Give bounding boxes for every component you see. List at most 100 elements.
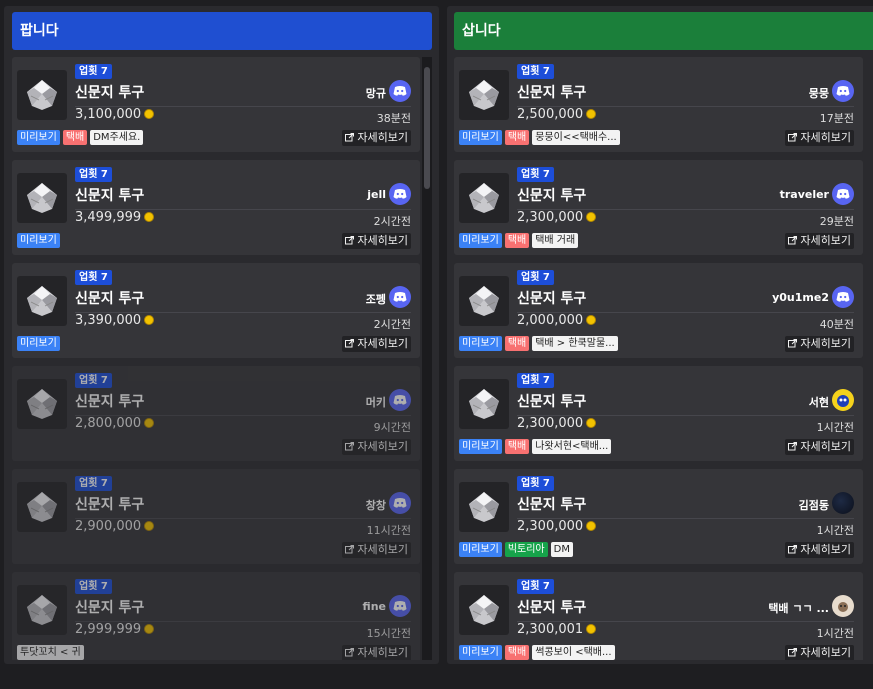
tag-list: 미리보기	[17, 336, 60, 352]
preview-tag: 미리보기	[17, 336, 60, 351]
sell-column-header: 팝니다	[12, 12, 432, 50]
external-link-icon	[788, 337, 800, 350]
discord-icon[interactable]	[389, 389, 411, 411]
seller-name[interactable]: traveler	[780, 188, 829, 201]
seller-name[interactable]: 뭉뭉	[809, 85, 829, 101]
seller-name[interactable]: jell	[367, 188, 386, 201]
discord-icon[interactable]	[389, 80, 411, 102]
detail-button[interactable]: 자세히보기	[342, 233, 411, 249]
helmet-item-icon	[459, 276, 509, 326]
buy-column-header: 삽니다	[454, 12, 873, 50]
price-value: 3,499,999	[75, 210, 142, 225]
buy-column: 삽니다 업횟 7 신문지 투구 뭉뭉 2,500,000 17분전 미리보기 택배 뭉뭉이<<…	[447, 6, 873, 664]
preview-tag: 미리보기	[459, 233, 502, 248]
item-name[interactable]: 신문지 투구	[517, 391, 586, 411]
preview-tag: 미리보기	[17, 130, 60, 145]
listing-card[interactable]: 업횟 7 신문지 투구 머키 2,800,000 9시간전자세히보기	[12, 366, 420, 461]
avatar[interactable]	[832, 389, 854, 411]
external-link-icon	[345, 440, 357, 453]
item-name[interactable]: 신문지 투구	[517, 82, 586, 102]
discord-icon[interactable]	[832, 286, 854, 308]
seller-name[interactable]: fine	[363, 600, 386, 613]
discord-icon[interactable]	[389, 286, 411, 308]
discord-icon[interactable]	[389, 595, 411, 617]
detail-button[interactable]: 자세히보기	[785, 336, 854, 352]
preview-tag: 미리보기	[459, 336, 502, 351]
external-link-icon	[345, 234, 357, 247]
delivery-tag: 택배	[504, 439, 530, 454]
seller-name[interactable]: 망규	[366, 85, 386, 101]
listing-card[interactable]: 업횟 7 신문지 투구 y0u1me2 2,000,000 40분전 미리보기 택배 택배 >…	[454, 263, 863, 358]
posted-time: 9시간전	[373, 421, 411, 434]
detail-button[interactable]: 자세히보기	[342, 439, 411, 455]
listing-card[interactable]: 업횟 7 신문지 투구 jell 3,499,999 2시간전 미리보기 자세히보기	[12, 160, 420, 255]
discord-icon[interactable]	[832, 183, 854, 205]
price-value: 2,300,000	[517, 519, 584, 534]
detail-button[interactable]: 자세히보기	[785, 645, 854, 660]
coin-icon	[586, 418, 597, 428]
seller-name[interactable]: y0u1me2	[772, 291, 829, 304]
posted-time: 15시간전	[366, 627, 411, 640]
item-name[interactable]: 신문지 투구	[75, 288, 144, 308]
seller-name[interactable]: 김점동	[799, 497, 829, 513]
listing-card[interactable]: 업횟 7 신문지 투구 택배 ㄱㄱ ... 2,300,001 1시간전 미리보기 택배 썩콩…	[454, 572, 863, 660]
sell-scrollbar-thumb[interactable]	[424, 67, 430, 189]
helmet-item-icon	[17, 276, 67, 326]
item-name[interactable]: 신문지 투구	[75, 494, 144, 514]
listing-card[interactable]: 업횟 7 신문지 투구 창창 2,900,000 11시간전 자세히보기	[12, 469, 420, 564]
detail-button[interactable]: 자세히보기	[342, 645, 411, 660]
price: 2,000,000	[517, 313, 597, 328]
detail-label: 자세히보기	[357, 440, 408, 453]
discord-icon[interactable]	[832, 80, 854, 102]
upgrade-count-badge: 업횟 7	[517, 270, 554, 285]
price-value: 2,800,000	[75, 416, 142, 431]
coin-icon	[586, 109, 597, 119]
listing-card[interactable]: 업횟 7 신문지 투구 조펭 3,390,000 2시간전 미리보기 자세히보기	[12, 263, 420, 358]
item-name[interactable]: 신문지 투구	[75, 185, 144, 205]
price-value: 2,999,999	[75, 622, 142, 637]
avatar[interactable]	[832, 595, 854, 617]
detail-button[interactable]: 자세히보기	[785, 233, 854, 249]
detail-button[interactable]: 자세히보기	[342, 336, 411, 352]
detail-label: 자세히보기	[357, 337, 408, 350]
listing-card[interactable]: 업횟 7 신문지 투구 서현 2,300,000 1시간전 미리보기 택배 나왓서현<택배..…	[454, 366, 863, 461]
detail-button[interactable]: 자세히보기	[342, 542, 411, 558]
detail-button[interactable]: 자세히보기	[785, 542, 854, 558]
sell-scrollbar[interactable]	[422, 57, 432, 660]
upgrade-count-badge: 업횟 7	[75, 373, 112, 388]
item-name[interactable]: 신문지 투구	[517, 494, 586, 514]
seller-name[interactable]: 조펭	[366, 291, 386, 307]
seller-name[interactable]: 창창	[366, 497, 386, 513]
seller-name[interactable]: 택배 ㄱㄱ ...	[768, 600, 829, 616]
tag-list: 투닷꼬치 < 귀	[17, 645, 84, 660]
seller-name[interactable]: 머키	[366, 394, 386, 410]
item-name[interactable]: 신문지 투구	[517, 185, 586, 205]
detail-button[interactable]: 자세히보기	[785, 439, 854, 455]
item-name[interactable]: 신문지 투구	[517, 288, 586, 308]
discord-icon[interactable]	[389, 492, 411, 514]
note-tag: 투닷꼬치 < 귀	[17, 645, 84, 660]
listing-card[interactable]: 업횟 7 신문지 투구 뭉뭉 2,500,000 17분전 미리보기 택배 뭉뭉이<<택배수.…	[454, 57, 863, 152]
detail-label: 자세히보기	[800, 440, 851, 453]
discord-icon[interactable]	[389, 183, 411, 205]
sell-list: 업횟 7 신문지 투구 망규 3,100,000 38분전 미리보기 택배 DM주세요. 자세히…	[12, 57, 432, 660]
detail-button[interactable]: 자세히보기	[785, 130, 854, 146]
external-link-icon	[345, 646, 357, 659]
avatar[interactable]	[832, 492, 854, 514]
seller-name[interactable]: 서현	[809, 394, 829, 410]
item-name[interactable]: 신문지 투구	[517, 597, 586, 617]
item-name[interactable]: 신문지 투구	[75, 597, 144, 617]
helmet-item-icon	[17, 379, 67, 429]
detail-label: 자세히보기	[357, 543, 408, 556]
external-link-icon	[788, 131, 800, 144]
listing-card[interactable]: 업횟 7 신문지 투구 fine 2,999,999 15시간전 투닷꼬치 < 귀 자세히보…	[12, 572, 420, 660]
tag-list: 미리보기	[17, 233, 60, 249]
detail-button[interactable]: 자세히보기	[342, 130, 411, 146]
posted-time: 2시간전	[373, 318, 411, 331]
listing-card[interactable]: 업횟 7 신문지 투구 김점동 2,300,000 1시간전 미리보기 빅토리아 DM 자세히보…	[454, 469, 863, 564]
listing-card[interactable]: 업횟 7 신문지 투구 망규 3,100,000 38분전 미리보기 택배 DM주세요. 자세히…	[12, 57, 420, 152]
item-name[interactable]: 신문지 투구	[75, 391, 144, 411]
listing-card[interactable]: 업횟 7 신문지 투구 traveler 2,300,000 29분전 미리보기 택배 택배 …	[454, 160, 863, 255]
detail-label: 자세히보기	[357, 646, 408, 659]
item-name[interactable]: 신문지 투구	[75, 82, 144, 102]
